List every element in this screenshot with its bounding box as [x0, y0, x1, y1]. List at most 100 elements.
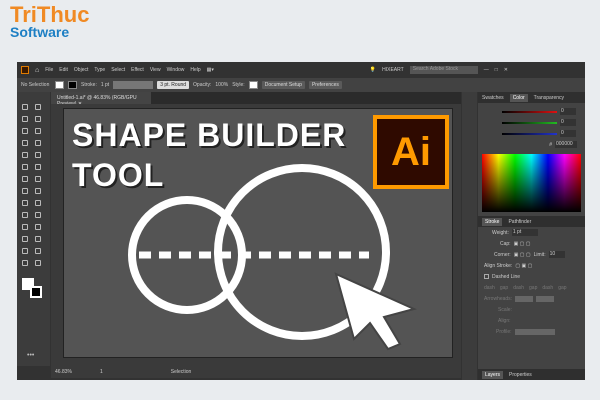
- graph-tool-icon[interactable]: [35, 236, 41, 242]
- more-tools-icon[interactable]: •••: [27, 352, 34, 359]
- menu-type[interactable]: Type: [94, 67, 105, 73]
- tab-stroke[interactable]: Stroke: [482, 217, 503, 226]
- shape-builder-tool-icon[interactable]: [22, 200, 28, 206]
- eraser-tool-icon[interactable]: [35, 164, 41, 170]
- canvas[interactable]: SHAPE BUILDER TOOL Ai: [51, 104, 461, 366]
- menu-view[interactable]: View: [150, 67, 161, 73]
- stroke-color-box[interactable]: [30, 286, 42, 298]
- scale-tool-icon[interactable]: [35, 176, 41, 182]
- hex-field[interactable]: 000000: [555, 141, 577, 148]
- zoom-tool-icon[interactable]: [35, 260, 41, 266]
- artboard[interactable]: SHAPE BUILDER TOOL Ai: [63, 108, 453, 358]
- dash-field[interactable]: dash: [513, 285, 524, 291]
- width-tool-icon[interactable]: [22, 188, 28, 194]
- gradient-tool-icon[interactable]: [35, 212, 41, 218]
- dash-field[interactable]: dash: [542, 285, 553, 291]
- cap-buttons[interactable]: ▣ ▢ ▢: [514, 241, 531, 247]
- type-tool-icon[interactable]: [22, 140, 28, 146]
- magic-wand-tool-icon[interactable]: [22, 116, 28, 122]
- fill-swatch[interactable]: [55, 81, 64, 89]
- gap-field[interactable]: gap: [500, 285, 508, 291]
- arrowheads-label: Arrowheads:: [484, 295, 513, 302]
- free-transform-tool-icon[interactable]: [35, 188, 41, 194]
- red-slider[interactable]: [502, 110, 557, 113]
- tab-layers[interactable]: Layers: [482, 370, 504, 379]
- weight-field[interactable]: 1 pt: [511, 229, 538, 236]
- pen-tool-icon[interactable]: [22, 128, 28, 134]
- profile-select[interactable]: [514, 328, 555, 335]
- status-bar: 46.83% 1 Selection: [51, 366, 461, 378]
- perspective-grid-tool-icon[interactable]: [35, 200, 41, 206]
- opacity-field[interactable]: 100%: [215, 82, 228, 88]
- variable-width-profile[interactable]: [113, 81, 154, 89]
- document-tab[interactable]: Untitled-1.ai* @ 46.83% (RGB/GPU Preview…: [51, 92, 151, 107]
- stroke-weight-field[interactable]: 1 pt: [101, 82, 109, 88]
- red-value[interactable]: 0: [560, 108, 576, 115]
- corner-buttons[interactable]: ▣ ▢ ▢: [514, 252, 531, 258]
- color-spectrum[interactable]: [482, 154, 581, 212]
- brush-definition[interactable]: 3 pt. Round: [157, 81, 190, 89]
- menu-object[interactable]: Object: [74, 67, 88, 73]
- arrow-end-select[interactable]: [536, 295, 555, 302]
- menu-select[interactable]: Select: [111, 67, 125, 73]
- selection-label: No Selection: [21, 82, 50, 88]
- blue-value[interactable]: 0: [560, 130, 576, 137]
- menu-file[interactable]: File: [45, 67, 53, 73]
- weight-label: Weight:: [492, 229, 509, 236]
- menu-edit[interactable]: Edit: [59, 67, 68, 73]
- lasso-tool-icon[interactable]: [35, 116, 41, 122]
- maximize-button[interactable]: □: [495, 67, 498, 73]
- stroke-swatch[interactable]: [68, 81, 77, 89]
- document-setup-button[interactable]: Document Setup: [261, 81, 305, 89]
- gap-field[interactable]: gap: [558, 285, 566, 291]
- style-swatch[interactable]: [248, 81, 258, 89]
- preferences-button[interactable]: Preferences: [308, 81, 342, 89]
- green-slider[interactable]: [502, 121, 557, 124]
- menu-effect[interactable]: Effect: [131, 67, 144, 73]
- tab-pathfinder[interactable]: Pathfinder: [508, 219, 531, 225]
- symbol-sprayer-tool-icon[interactable]: [22, 236, 28, 242]
- arrow-start-select[interactable]: [515, 295, 534, 302]
- curvature-tool-icon[interactable]: [35, 128, 41, 134]
- mesh-tool-icon[interactable]: [22, 212, 28, 218]
- home-icon[interactable]: ⌂: [35, 67, 39, 74]
- rectangle-tool-icon[interactable]: [22, 152, 28, 158]
- tab-color[interactable]: Color: [509, 93, 528, 102]
- artboard-tool-icon[interactable]: [22, 248, 28, 254]
- align-stroke-label: Align Stroke:: [484, 262, 513, 269]
- green-value[interactable]: 0: [560, 119, 576, 126]
- eyedropper-tool-icon[interactable]: [22, 224, 28, 230]
- direct-selection-tool-icon[interactable]: [35, 104, 41, 110]
- gap-field[interactable]: gap: [529, 285, 537, 291]
- paintbrush-tool-icon[interactable]: [35, 152, 41, 158]
- workspace-switcher-icon[interactable]: ▦▾: [207, 67, 214, 73]
- line-tool-icon[interactable]: [35, 140, 41, 146]
- close-button[interactable]: ✕: [504, 67, 508, 73]
- rotate-tool-icon[interactable]: [22, 176, 28, 182]
- hand-tool-icon[interactable]: [22, 260, 28, 266]
- blend-tool-icon[interactable]: [35, 224, 41, 230]
- menu-window[interactable]: Window: [167, 67, 185, 73]
- align-stroke-buttons[interactable]: ▢ ▣ ▢: [515, 263, 532, 269]
- align-label: Align:: [498, 317, 511, 324]
- limit-field[interactable]: 10: [548, 251, 565, 258]
- tab-swatches[interactable]: Swatches: [482, 95, 504, 101]
- zoom-field[interactable]: 46.83%: [55, 369, 72, 375]
- status-tool-label[interactable]: Selection: [171, 369, 192, 375]
- minimize-button[interactable]: —: [484, 67, 489, 73]
- slice-tool-icon[interactable]: [35, 248, 41, 254]
- selection-tool-icon[interactable]: [22, 104, 28, 110]
- panel-icon-strip: [462, 92, 477, 380]
- workspace-select[interactable]: HIXEART: [382, 67, 404, 73]
- shaper-tool-icon[interactable]: [22, 164, 28, 170]
- blue-slider[interactable]: [502, 132, 557, 135]
- lightbulb-icon[interactable]: 💡: [370, 67, 376, 73]
- stock-search-input[interactable]: Search Adobe Stock: [409, 66, 478, 74]
- dashed-line-checkbox[interactable]: [484, 274, 489, 279]
- artboard-number-field[interactable]: 1: [100, 369, 103, 375]
- dash-field[interactable]: dash: [484, 285, 495, 291]
- tab-transparency[interactable]: Transparency: [534, 95, 564, 101]
- menu-help[interactable]: Help: [190, 67, 200, 73]
- tab-properties[interactable]: Properties: [509, 372, 532, 378]
- scale-label: Scale:: [498, 306, 512, 313]
